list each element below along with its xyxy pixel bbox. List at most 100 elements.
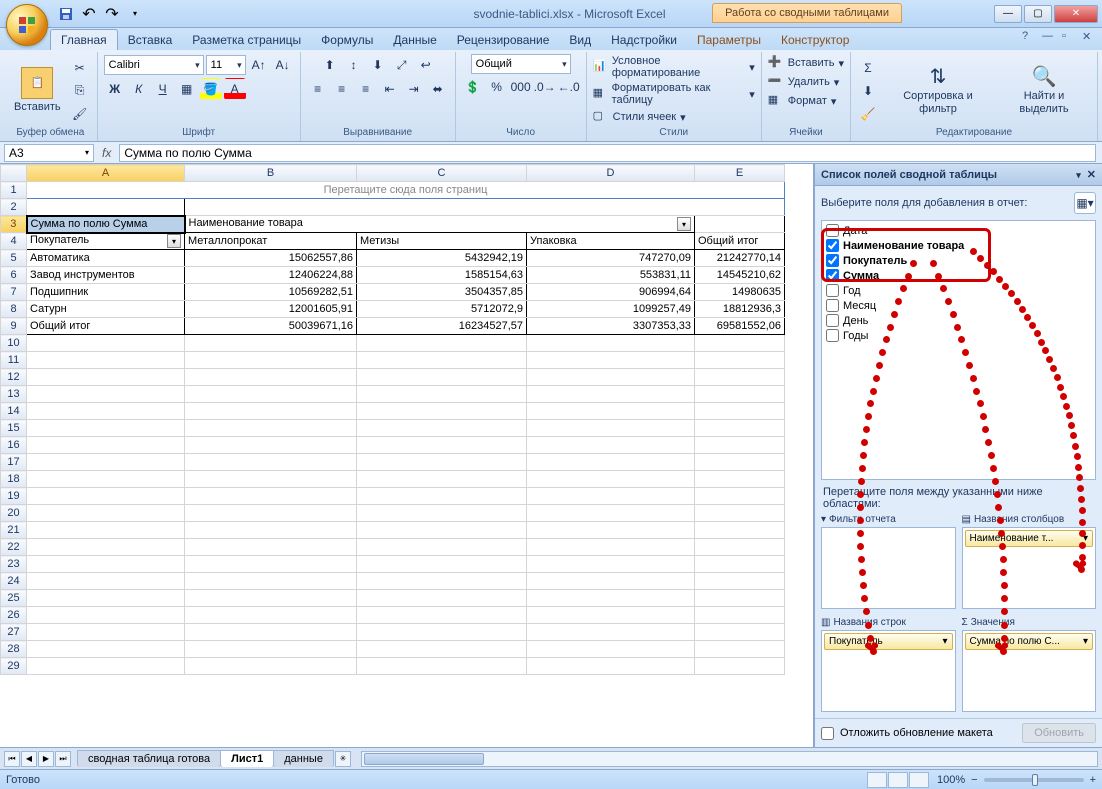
columns-area[interactable]: Наименование т...▾ bbox=[962, 527, 1097, 609]
sheet-tab[interactable]: данные bbox=[273, 750, 334, 767]
increase-font-icon[interactable]: A↑ bbox=[248, 54, 270, 76]
autosum-icon[interactable]: Σ bbox=[857, 57, 879, 79]
field-checkbox[interactable] bbox=[826, 224, 839, 237]
clear-icon[interactable]: 🧹 bbox=[857, 103, 879, 125]
find-select-button[interactable]: 🔍Найти и выделить bbox=[997, 64, 1091, 116]
undo-icon[interactable]: ↶ bbox=[79, 4, 99, 24]
mdi-restore-icon[interactable]: ▫ bbox=[1062, 30, 1076, 44]
field-checkbox[interactable] bbox=[826, 329, 839, 342]
col-header[interactable]: A bbox=[27, 165, 185, 182]
sheet-tab[interactable]: Лист1 bbox=[220, 750, 274, 767]
tab-рецензирование[interactable]: Рецензирование bbox=[447, 30, 560, 50]
copy-icon[interactable]: ⎘ bbox=[69, 80, 91, 102]
currency-icon[interactable]: 💲 bbox=[462, 76, 484, 98]
mdi-close-icon[interactable]: ✕ bbox=[1082, 30, 1096, 44]
bold-icon[interactable]: Ж bbox=[104, 78, 126, 100]
align-middle-icon[interactable]: ↕ bbox=[343, 54, 365, 76]
percent-icon[interactable]: % bbox=[486, 76, 508, 98]
column-field-item[interactable]: Наименование т...▾ bbox=[965, 530, 1094, 547]
font-color-icon[interactable]: A bbox=[224, 78, 246, 100]
page-filter-area[interactable]: Перетащите сюда поля страниц bbox=[27, 182, 785, 199]
col-field-dropdown[interactable]: ▾ bbox=[677, 217, 691, 231]
decrease-font-icon[interactable]: A↓ bbox=[272, 54, 294, 76]
zoom-out-icon[interactable]: − bbox=[971, 774, 977, 786]
prev-sheet-icon[interactable]: ◀ bbox=[21, 751, 37, 767]
col-header[interactable]: B bbox=[185, 165, 357, 182]
defer-update-checkbox[interactable] bbox=[821, 727, 834, 740]
comma-icon[interactable]: 000 bbox=[510, 76, 532, 98]
field-checkbox[interactable] bbox=[826, 284, 839, 297]
value-field-item[interactable]: Сумма по полю С...▾ bbox=[965, 633, 1094, 650]
format-as-table-button[interactable]: ▦Форматировать как таблицу ▾ bbox=[593, 81, 755, 107]
field-День[interactable]: День bbox=[824, 313, 1093, 328]
pane-close-icon[interactable]: ✕ bbox=[1087, 169, 1096, 181]
row-field-item[interactable]: Покупатель▾ bbox=[824, 633, 953, 650]
fill-icon[interactable]: ⬇ bbox=[857, 80, 879, 102]
col-header[interactable]: C bbox=[357, 165, 527, 182]
align-bottom-icon[interactable]: ⬇ bbox=[367, 54, 389, 76]
insert-cells-button[interactable]: ➕Вставить ▾ bbox=[768, 54, 844, 72]
zoom-in-icon[interactable]: + bbox=[1090, 774, 1096, 786]
underline-icon[interactable]: Ч bbox=[152, 78, 174, 100]
decrease-decimal-icon[interactable]: ←.0 bbox=[558, 76, 580, 98]
zoom-slider[interactable] bbox=[984, 778, 1084, 782]
tab-вид[interactable]: Вид bbox=[559, 30, 601, 50]
col-header[interactable]: E bbox=[695, 165, 785, 182]
field-Годы[interactable]: Годы bbox=[824, 328, 1093, 343]
cut-icon[interactable]: ✂ bbox=[69, 57, 91, 79]
tab-конструктор[interactable]: Конструктор bbox=[771, 30, 859, 50]
new-sheet-icon[interactable]: ✳ bbox=[335, 751, 351, 767]
zoom-level[interactable]: 100% bbox=[937, 774, 965, 786]
qat-dropdown-icon[interactable]: ▾ bbox=[125, 4, 145, 24]
worksheet[interactable]: ABCDE1Перетащите сюда поля страниц23Сумм… bbox=[0, 164, 814, 747]
format-cells-button[interactable]: ▦Формат ▾ bbox=[768, 92, 844, 110]
tab-данные[interactable]: Данные bbox=[383, 30, 446, 50]
field-checkbox[interactable] bbox=[826, 299, 839, 312]
field-Год[interactable]: Год bbox=[824, 283, 1093, 298]
field-Дата[interactable]: Дата bbox=[824, 223, 1093, 238]
redo-icon[interactable]: ↷ bbox=[102, 4, 122, 24]
normal-view-icon[interactable] bbox=[867, 772, 887, 788]
formula-input[interactable]: Сумма по полю Сумма bbox=[119, 144, 1096, 162]
align-center-icon[interactable]: ≡ bbox=[331, 78, 353, 100]
office-button[interactable] bbox=[6, 4, 48, 46]
next-sheet-icon[interactable]: ▶ bbox=[38, 751, 54, 767]
cell-styles-button[interactable]: ▢Стили ячеек ▾ bbox=[593, 108, 755, 126]
tab-формулы[interactable]: Формулы bbox=[311, 30, 383, 50]
format-painter-icon[interactable]: 🖌 bbox=[69, 103, 91, 125]
name-box[interactable]: A3▾ bbox=[4, 144, 94, 162]
help-icon[interactable]: ? bbox=[1022, 30, 1036, 44]
page-layout-view-icon[interactable] bbox=[888, 772, 908, 788]
font-name-combo[interactable]: Calibri bbox=[104, 55, 204, 75]
layout-icon[interactable]: ▦▾ bbox=[1074, 192, 1096, 214]
align-top-icon[interactable]: ⬆ bbox=[319, 54, 341, 76]
horizontal-scrollbar[interactable] bbox=[361, 751, 1098, 767]
field-Покупатель[interactable]: Покупатель bbox=[824, 253, 1093, 268]
align-left-icon[interactable]: ≡ bbox=[307, 78, 329, 100]
increase-indent-icon[interactable]: ⇥ bbox=[403, 78, 425, 100]
fx-icon[interactable]: fx bbox=[102, 146, 111, 160]
tab-надстройки[interactable]: Надстройки bbox=[601, 30, 687, 50]
tab-главная[interactable]: Главная bbox=[50, 29, 118, 50]
active-cell[interactable]: Сумма по полю Сумма bbox=[27, 216, 185, 233]
increase-decimal-icon[interactable]: .0→ bbox=[534, 76, 556, 98]
field-Наименование товара[interactable]: Наименование товара bbox=[824, 238, 1093, 253]
update-button[interactable]: Обновить bbox=[1022, 723, 1096, 743]
paste-button[interactable]: 📋 Вставить bbox=[10, 65, 65, 115]
fill-color-icon[interactable]: 🪣 bbox=[200, 78, 222, 100]
field-checkbox[interactable] bbox=[826, 239, 839, 252]
page-break-view-icon[interactable] bbox=[909, 772, 929, 788]
field-checkbox[interactable] bbox=[826, 254, 839, 267]
conditional-format-button[interactable]: 📊Условное форматирование ▾ bbox=[593, 54, 755, 80]
save-icon[interactable] bbox=[56, 4, 76, 24]
field-list[interactable]: ДатаНаименование товараПокупательСуммаГо… bbox=[821, 220, 1096, 480]
close-button[interactable]: ✕ bbox=[1054, 5, 1098, 23]
pane-dropdown-icon[interactable]: ▾ bbox=[1076, 170, 1081, 180]
field-checkbox[interactable] bbox=[826, 269, 839, 282]
align-right-icon[interactable]: ≡ bbox=[355, 78, 377, 100]
minimize-button[interactable]: — bbox=[994, 5, 1022, 23]
values-area[interactable]: Сумма по полю С...▾ bbox=[962, 630, 1097, 712]
field-Месяц[interactable]: Месяц bbox=[824, 298, 1093, 313]
col-header[interactable]: D bbox=[527, 165, 695, 182]
font-size-combo[interactable]: 11 bbox=[206, 55, 246, 75]
